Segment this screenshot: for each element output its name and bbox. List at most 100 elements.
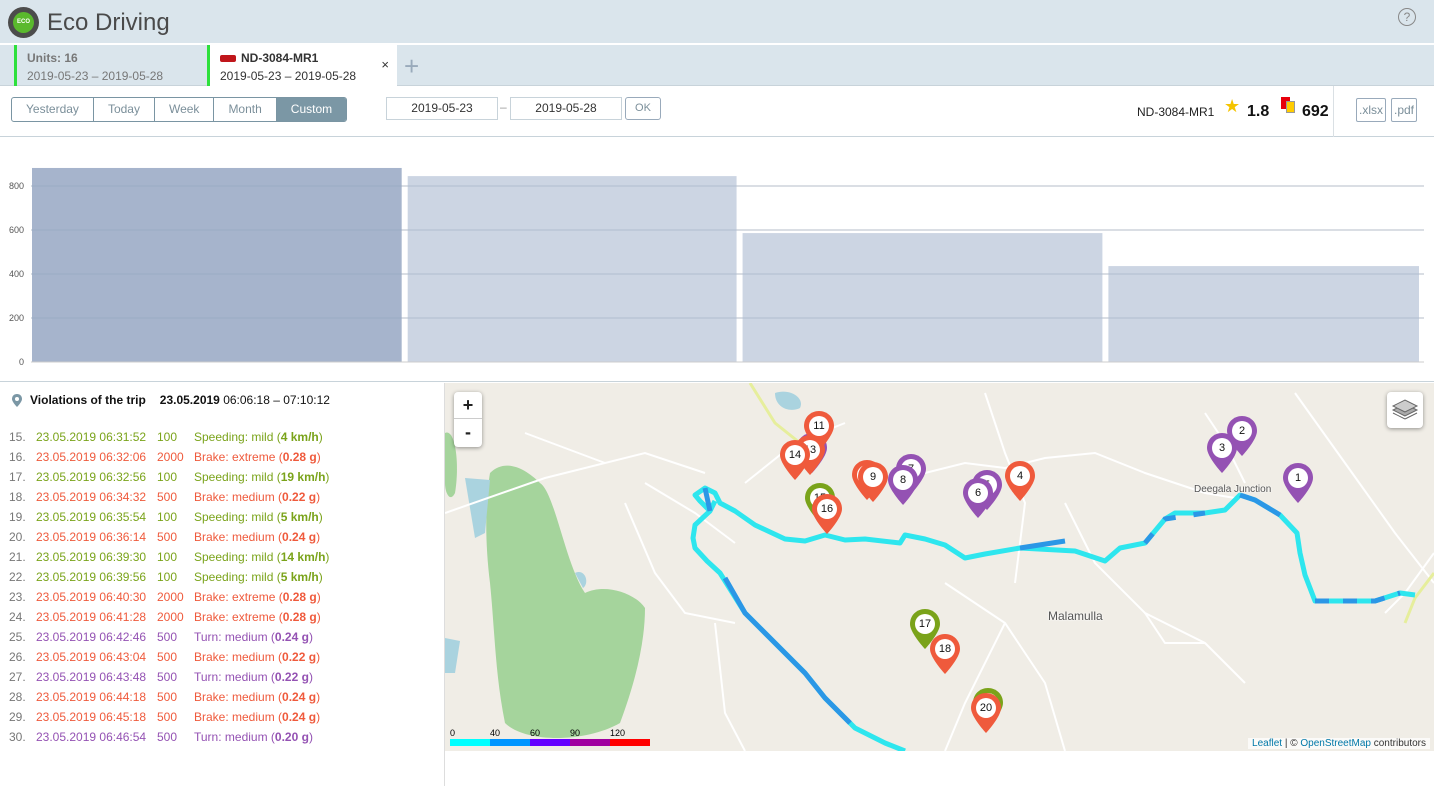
violation-marker-9[interactable]: 9 [858,462,888,502]
violation-row[interactable]: 23. 23.05.2019 06:40:30 2000 Brake: extreme… [0,590,321,610]
violation-row[interactable]: 16. 23.05.2019 06:32:06 2000 Brake: extreme… [0,450,321,470]
violation-row[interactable]: 21. 23.05.2019 06:39:30 100 Speeding: mild … [0,550,329,570]
legend-swatch [530,739,570,746]
violation-row[interactable]: 27. 23.05.2019 06:43:48 500 Turn: medium (0… [0,670,313,690]
period-custom[interactable]: Custom [276,98,347,121]
violation-datetime: 23.05.2019 06:44:18 [36,690,147,704]
tab-title: Units: 16 [27,51,78,65]
export-pdf-button[interactable]: .pdf [1391,98,1418,122]
add-tab-button[interactable]: + [404,51,419,82]
layers-button[interactable] [1387,392,1423,428]
violation-row[interactable]: 25. 23.05.2019 06:42:46 500 Turn: medium (0… [0,630,313,650]
violation-points: 100 [157,570,178,584]
route-track-fast [1143,510,1206,545]
marker-label: 17 [915,614,935,634]
violation-datetime: 23.05.2019 06:34:32 [36,490,147,504]
violation-row[interactable]: 30. 23.05.2019 06:46:54 500 Turn: medium (0… [0,730,313,750]
zoom-in-button[interactable]: + [454,392,482,419]
violation-datetime: 23.05.2019 06:39:30 [36,550,147,564]
violation-marker-18[interactable]: 18 [930,634,960,674]
violation-row[interactable]: 17. 23.05.2019 06:32:56 100 Speeding: mild … [0,470,329,490]
legend-swatch [570,739,610,746]
violations-title: Violations of the trip [30,393,146,407]
violation-points: 500 [157,670,178,684]
rating-value: 1.8 [1247,103,1270,120]
violation-points: 2000 [157,610,184,624]
row-number: 22. [9,570,26,584]
violation-datetime: 23.05.2019 06:39:56 [36,570,147,584]
zoom-control: + - [454,392,482,447]
tab-range: 2019-05-23 – 2019-05-28 [27,69,164,83]
violation-marker-16[interactable]: 16 [812,494,842,534]
violation-points: 500 [157,710,178,724]
violation-points: 500 [157,650,178,664]
legend-swatch [450,739,490,746]
violations-list[interactable]: 15. 23.05.2019 06:31:52 100 Speeding: mild … [0,413,444,753]
bar-2[interactable] [407,176,737,362]
violation-points: 2000 [157,590,184,604]
violation-marker-1[interactable]: 1 [1283,463,1313,503]
marker-label: 16 [817,499,837,519]
violation-description: Turn: medium (0.24 g) [194,630,313,644]
period-month[interactable]: Month [214,98,277,121]
bar-4[interactable] [1108,266,1419,362]
ok-button[interactable]: OK [625,97,661,120]
period-today[interactable]: Today [94,98,155,121]
violation-datetime: 23.05.2019 06:35:54 [36,510,147,524]
route-track-fast [1019,538,1066,551]
violation-datetime: 23.05.2019 06:36:14 [36,530,147,544]
osm-link[interactable]: OpenStreetMap [1300,738,1371,749]
violation-row[interactable]: 19. 23.05.2019 06:35:54 100 Speeding: mild … [0,510,323,530]
marker-label: 11 [809,416,829,436]
violation-points: 500 [157,630,178,644]
tab-units[interactable]: Units: 16 2019-05-23 – 2019-05-28 [14,45,207,86]
violation-description: Speeding: mild (19 km/h) [194,470,330,484]
lake [465,478,490,538]
row-number: 18. [9,490,26,504]
zoom-out-button[interactable]: - [454,419,482,446]
violation-row[interactable]: 22. 23.05.2019 06:39:56 100 Speeding: mild … [0,570,323,590]
marker-label: 18 [935,639,955,659]
y-tick-label: 400 [9,269,24,279]
speed-legend: 0 40 60 90 120 [450,728,650,748]
violation-points: 500 [157,530,178,544]
row-number: 21. [9,550,26,564]
marker-label: 4 [1010,466,1030,486]
row-number: 30. [9,730,26,744]
violation-row[interactable]: 26. 23.05.2019 06:43:04 500 Brake: medium (… [0,650,320,670]
map-tiles[interactable] [445,383,1434,751]
violation-marker-4[interactable]: 4 [1005,461,1035,501]
map[interactable]: Deegala Junction Malamulla 5710121519123… [445,383,1434,751]
legend-swatch [610,739,650,746]
export-xlsx-button[interactable]: .xlsx [1356,98,1386,122]
tab-unit-nd-3084-mr1[interactable]: ND-3084-MR1 2019-05-23 – 2019-05-28 × [207,45,397,86]
period-yesterday[interactable]: Yesterday [12,98,94,121]
help-icon[interactable]: ? [1398,8,1416,26]
violation-row[interactable]: 18. 23.05.2019 06:34:32 500 Brake: medium (… [0,490,320,510]
violation-description: Speeding: mild (14 km/h) [194,550,330,564]
leaflet-link[interactable]: Leaflet [1252,738,1282,749]
violation-row[interactable]: 29. 23.05.2019 06:45:18 500 Brake: medium (… [0,710,320,730]
violation-marker-14[interactable]: 14 [780,440,810,480]
date-to-input[interactable]: 2019-05-28 [510,97,622,120]
tab-range: 2019-05-23 – 2019-05-28 [220,69,357,83]
violation-marker-6[interactable]: 6 [963,478,993,518]
violation-datetime: 23.05.2019 06:41:28 [36,610,147,624]
violation-description: Speeding: mild (5 km/h) [194,570,323,584]
violation-row[interactable]: 28. 23.05.2019 06:44:18 500 Brake: medium (… [0,690,320,710]
violation-row[interactable]: 20. 23.05.2019 06:36:14 500 Brake: medium (… [0,530,320,550]
violation-marker-3[interactable]: 3 [1207,433,1237,473]
violation-datetime: 23.05.2019 06:40:30 [36,590,147,604]
period-week[interactable]: Week [155,98,215,121]
violation-marker-8[interactable]: 8 [888,465,918,505]
date-from-input[interactable]: 2019-05-23 [386,97,498,120]
close-tab-icon[interactable]: × [381,57,389,72]
eco-logo-icon: ECO [8,7,39,38]
bar-3[interactable] [742,233,1103,362]
bar-1[interactable] [32,167,402,362]
marker-label: 1 [1288,468,1308,488]
violation-row[interactable]: 24. 23.05.2019 06:41:28 2000 Brake: extreme… [0,610,321,630]
violation-row[interactable]: 15. 23.05.2019 06:31:52 100 Speeding: mild … [0,430,323,450]
violation-marker-20[interactable]: 20 [971,693,1001,733]
violation-datetime: 23.05.2019 06:32:56 [36,470,147,484]
